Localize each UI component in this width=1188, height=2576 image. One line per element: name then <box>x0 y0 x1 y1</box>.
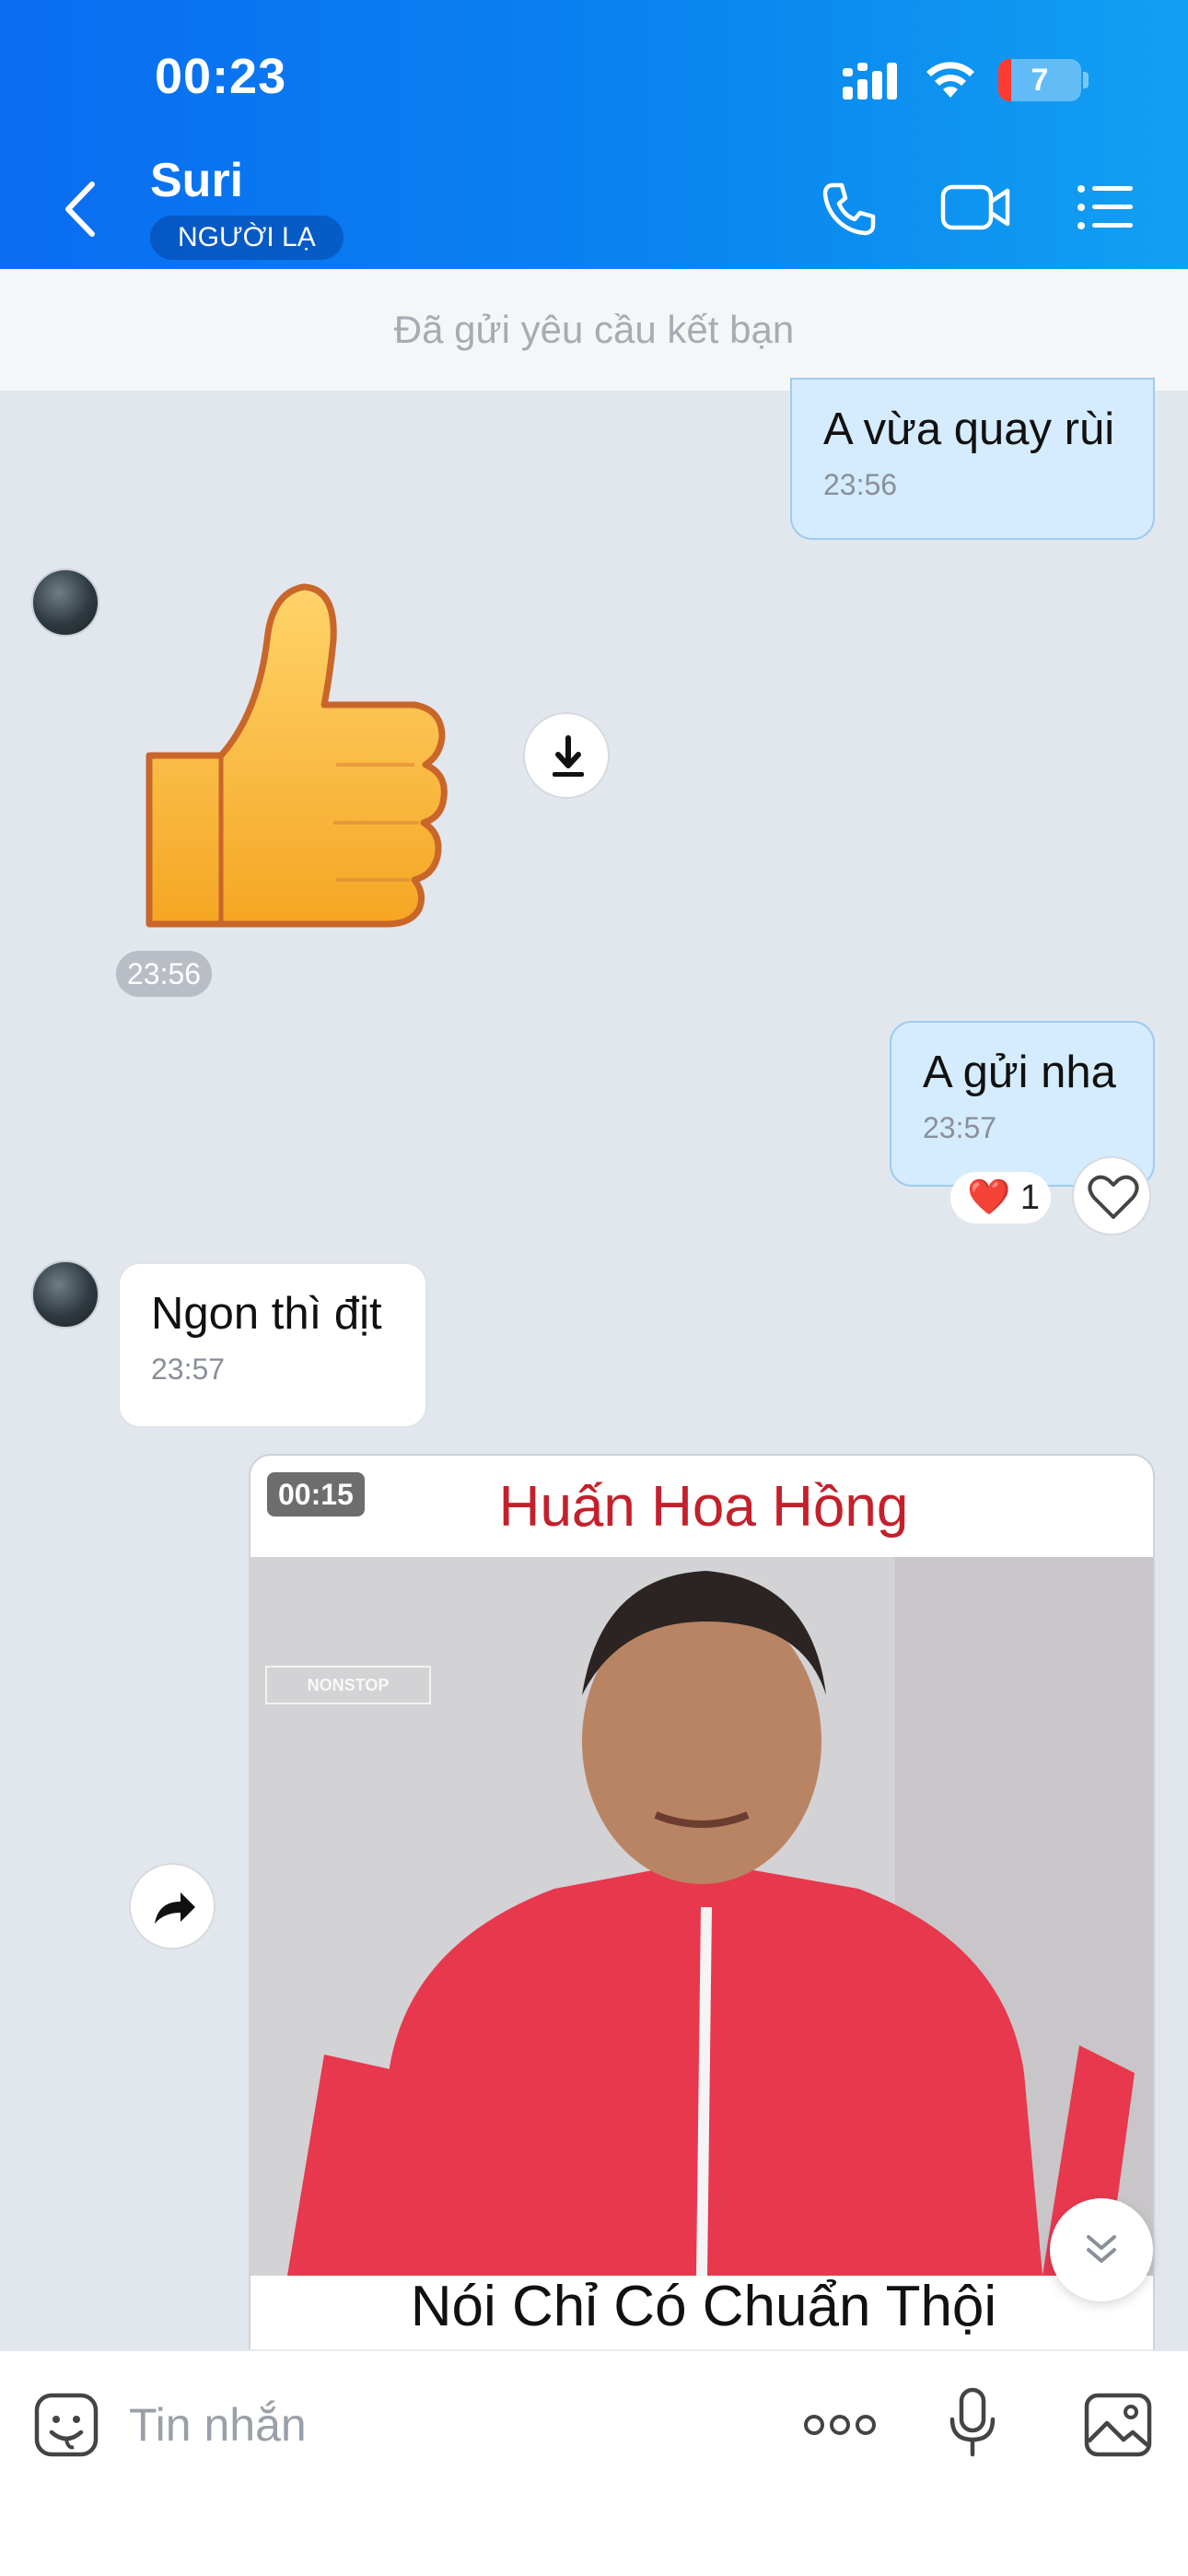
contact-avatar[interactable] <box>31 1260 99 1329</box>
video-thumbnail[interactable]: NONSTOP <box>250 1557 1153 2276</box>
sticker-emoji-icon[interactable] <box>33 2392 99 2458</box>
forward-share-icon <box>155 1892 195 1924</box>
message-input[interactable] <box>129 2388 755 2462</box>
phone-call-icon[interactable] <box>820 180 879 239</box>
video-duration: 00:15 <box>267 1472 365 1516</box>
video-top-caption: Huấn Hoa Hồng <box>498 1475 909 1539</box>
message-text: A gửi nha <box>923 1048 1116 1097</box>
battery-level: 7 <box>1031 63 1049 98</box>
video-bottom-caption: Nói Chỉ Có Chuẩn Thội <box>410 2275 997 2338</box>
message-input-bar <box>0 2349 1188 2576</box>
message-bubble-outgoing[interactable]: A vừa quay rùi 23:56 <box>790 378 1155 540</box>
thumbs-up-sticker[interactable] <box>138 576 460 935</box>
video-call-icon[interactable] <box>939 180 1013 235</box>
wifi-icon <box>926 62 974 98</box>
download-icon <box>553 735 584 777</box>
scroll-to-bottom-button[interactable] <box>1050 2198 1153 2301</box>
status-time: 00:23 <box>155 49 287 104</box>
react-heart-button[interactable] <box>1072 1156 1151 1235</box>
menu-list-icon[interactable] <box>1076 180 1135 235</box>
reaction-count: 1 <box>1019 1178 1041 1217</box>
contact-name[interactable]: Suri <box>150 153 243 208</box>
message-time: 23:57 <box>923 1111 997 1144</box>
friend-request-banner: Đã gửi yêu cầu kết bạn <box>0 269 1188 391</box>
chat-header: 00:23 7 Suri NGƯỜI LẠ <box>0 0 1188 269</box>
message-text: A vừa quay rùi <box>823 404 1115 454</box>
message-bubble-incoming[interactable]: Ngon thì địt 23:57 <box>118 1262 427 1428</box>
download-button[interactable] <box>523 712 610 799</box>
heart-reaction-icon: ❤️ <box>967 1178 1011 1217</box>
stranger-badge: NGƯỜI LẠ <box>150 216 344 260</box>
microphone-icon[interactable] <box>945 2386 1000 2460</box>
heart-outline-icon <box>1088 1175 1139 1219</box>
message-time: 23:57 <box>151 1352 226 1386</box>
back-arrow-icon[interactable] <box>57 177 103 241</box>
forward-button[interactable] <box>129 1863 215 1950</box>
sticker-time: 23:56 <box>116 951 213 997</box>
image-gallery-icon[interactable] <box>1083 2392 1153 2458</box>
battery-icon: 7 <box>998 59 1081 101</box>
cellular-signal-icon <box>843 63 897 100</box>
watermark-logo: NONSTOP <box>265 1666 431 1704</box>
message-time: 23:56 <box>823 468 898 501</box>
reaction-summary[interactable]: ❤️ 1 <box>950 1172 1052 1224</box>
video-message[interactable]: Huấn Hoa Hồng NONSTOP Nói Chỉ Có Chuẩn T… <box>249 1454 1155 2375</box>
double-chevron-down-icon <box>1087 2235 1116 2263</box>
message-text: Ngon thì địt <box>151 1289 382 1339</box>
more-options-icon[interactable] <box>801 2392 879 2458</box>
video-frame-image <box>250 1557 1153 2276</box>
contact-avatar[interactable] <box>31 568 99 637</box>
